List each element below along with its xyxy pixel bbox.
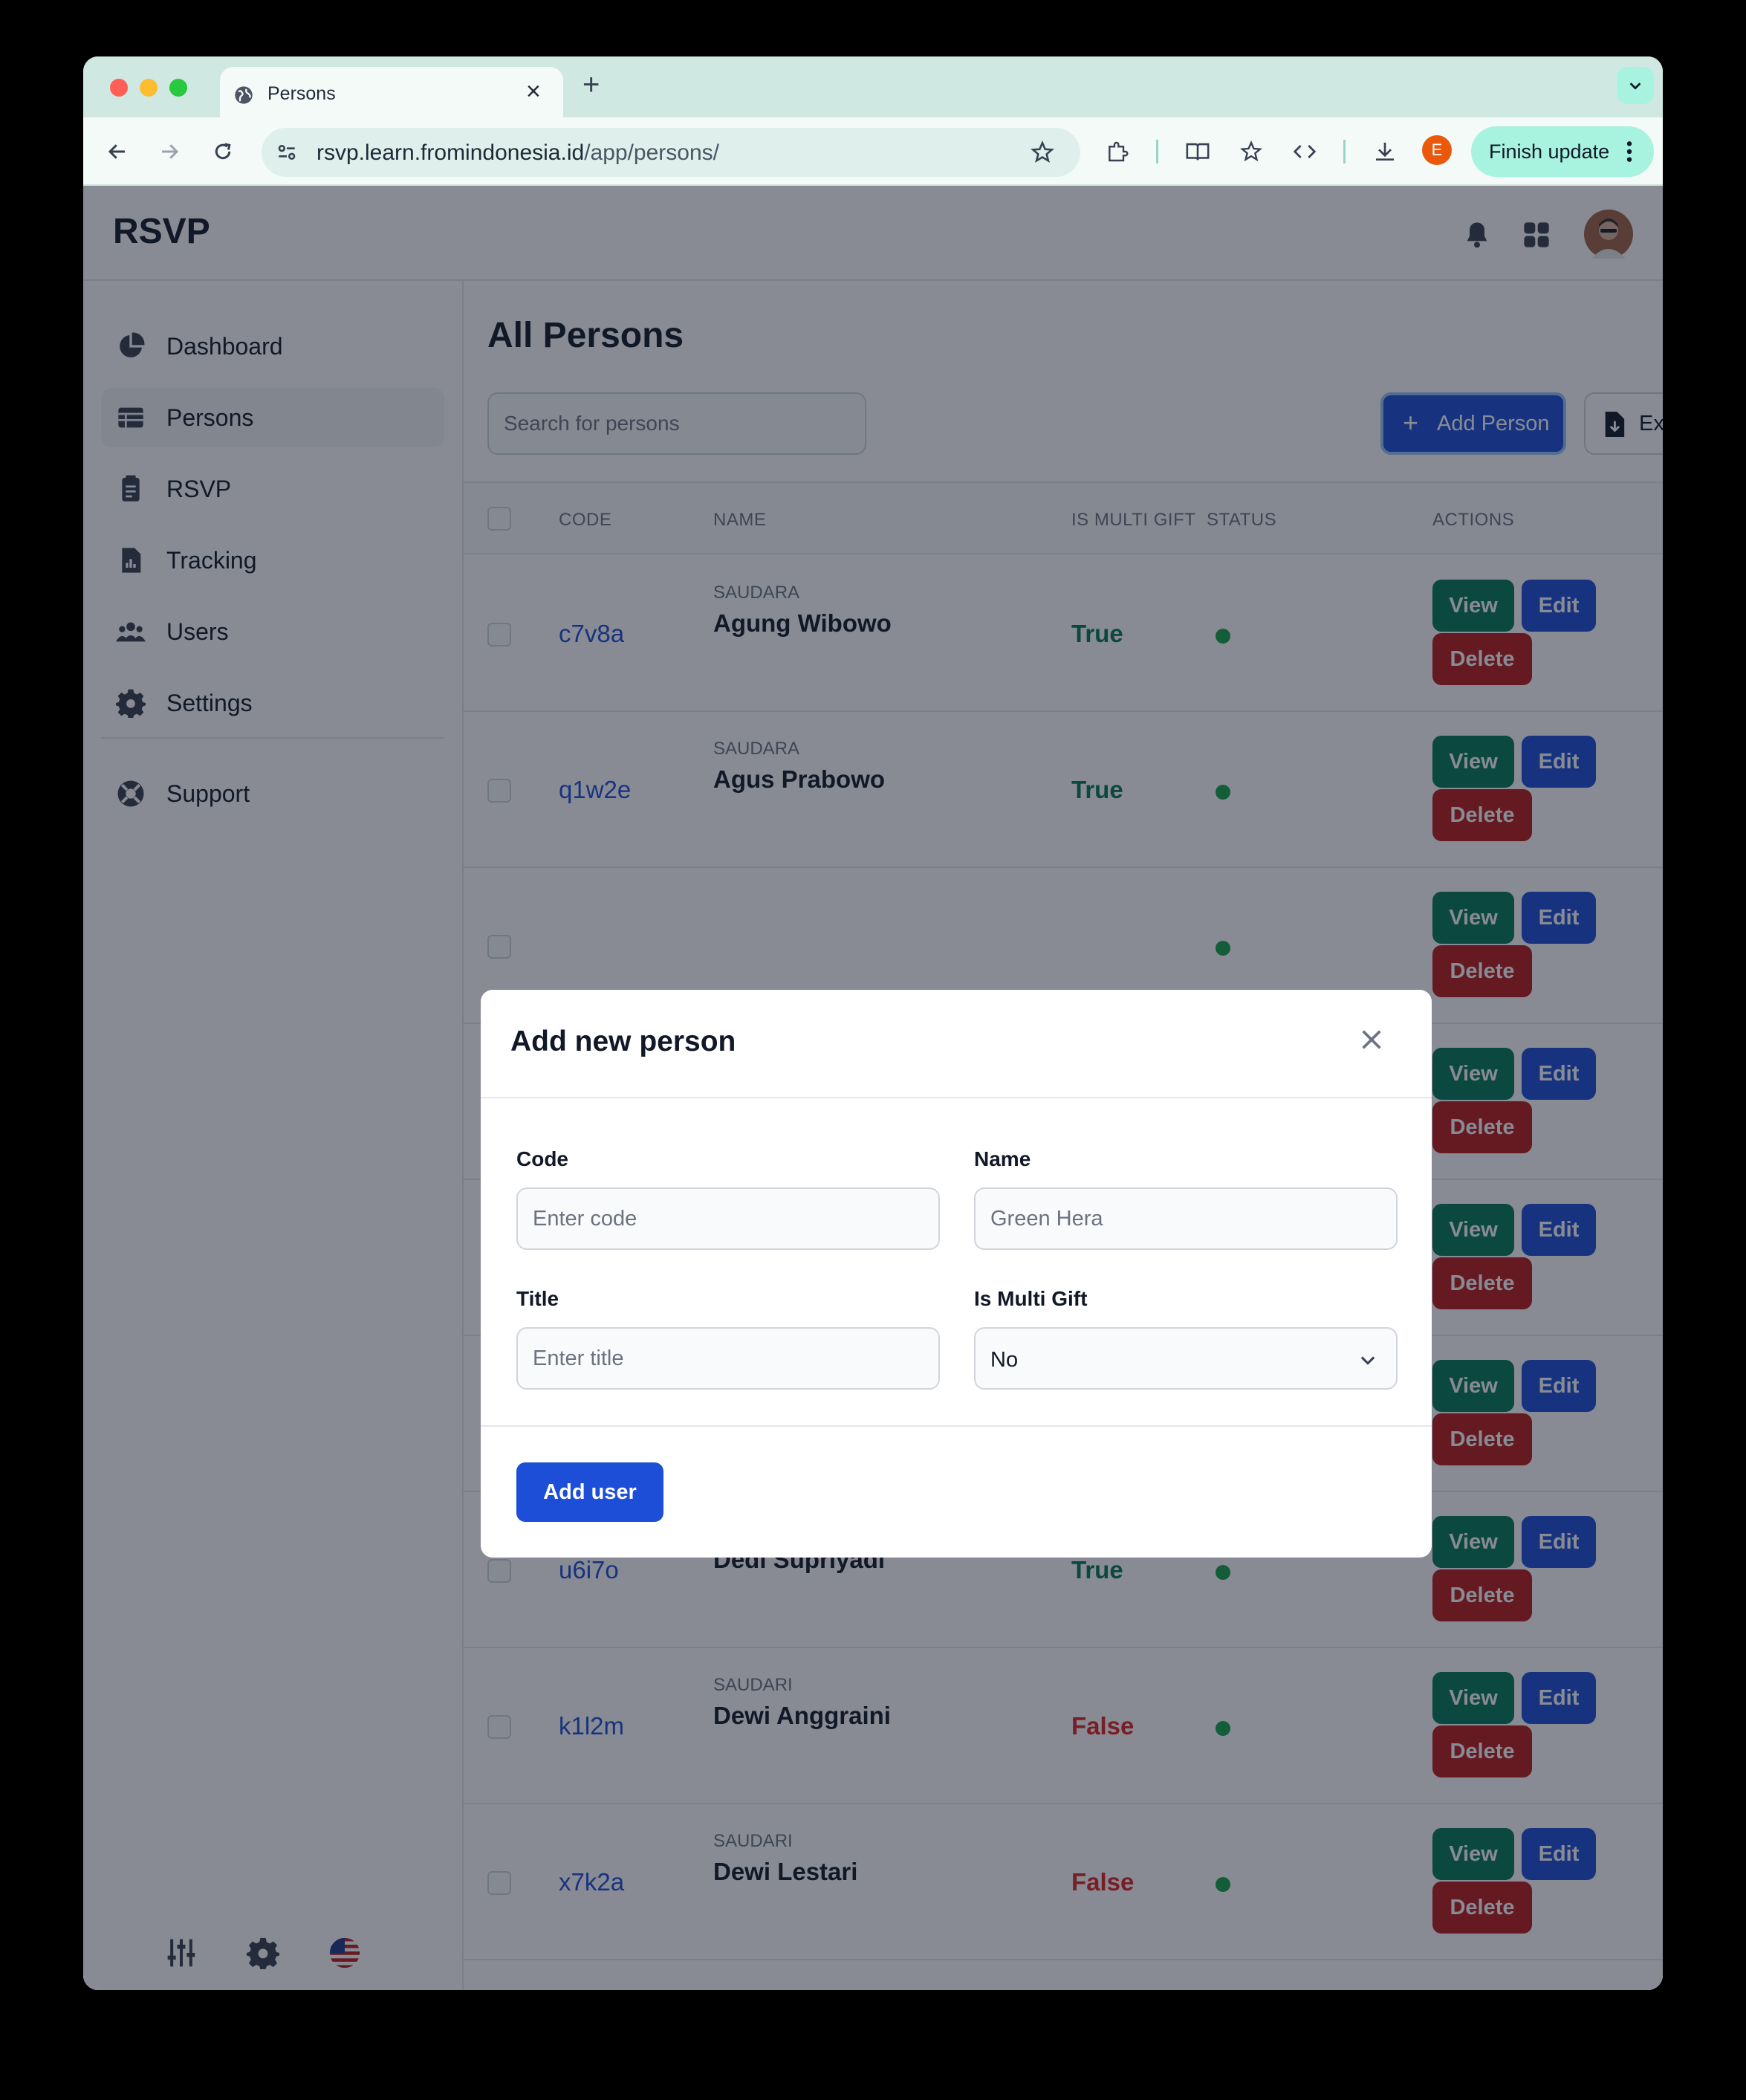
book-icon bbox=[1186, 143, 1210, 161]
download-icon bbox=[1376, 143, 1394, 161]
browser-window: Persons × + rsvp.learn.fromindonesia.id/… bbox=[83, 56, 1663, 1990]
app: RSVP Dashboard Persons RSVP Tracking bbox=[83, 186, 1663, 1990]
finish-update-button[interactable]: Finish update bbox=[1471, 126, 1654, 177]
modal-divider bbox=[481, 1425, 1432, 1427]
finish-update-label: Finish update bbox=[1489, 140, 1610, 163]
back-button[interactable] bbox=[103, 137, 132, 166]
close-window-button[interactable] bbox=[110, 79, 128, 97]
toolbar-divider bbox=[1156, 140, 1158, 163]
title-label: Title bbox=[516, 1287, 559, 1310]
multi-gift-select[interactable]: No bbox=[974, 1327, 1398, 1390]
code-icon bbox=[1293, 145, 1317, 158]
bookmark-star-icon[interactable] bbox=[1030, 140, 1055, 165]
profile-avatar[interactable]: E bbox=[1422, 135, 1452, 165]
downloads-button[interactable] bbox=[1370, 137, 1400, 166]
browser-tab[interactable]: Persons × bbox=[220, 67, 563, 117]
chevron-down-icon bbox=[1629, 82, 1641, 90]
devtools-button[interactable] bbox=[1290, 137, 1320, 166]
forward-button[interactable] bbox=[155, 137, 184, 166]
code-label: Code bbox=[516, 1147, 568, 1170]
name-label: Name bbox=[974, 1147, 1031, 1170]
url-host: rsvp.learn.fromindonesia.id bbox=[317, 140, 585, 165]
toolbar-divider bbox=[1343, 140, 1346, 163]
close-icon[interactable] bbox=[1359, 1027, 1384, 1052]
more-vert-icon bbox=[1626, 141, 1632, 162]
arrow-right-icon bbox=[162, 144, 179, 159]
tab-title: Persons bbox=[267, 83, 336, 104]
add-person-modal: Add new person Code Name Title Is Multi … bbox=[481, 990, 1432, 1558]
code-field[interactable] bbox=[516, 1187, 940, 1250]
maximize-window-button[interactable] bbox=[169, 79, 187, 97]
tab-search-button[interactable] bbox=[1617, 67, 1654, 104]
multi-gift-value: No bbox=[990, 1348, 1019, 1372]
globe-icon bbox=[235, 86, 253, 104]
new-tab-button[interactable]: + bbox=[582, 70, 600, 100]
reading-mode-button[interactable] bbox=[1183, 137, 1213, 166]
minimize-window-button[interactable] bbox=[140, 79, 158, 97]
browser-toolbar: rsvp.learn.fromindonesia.id/app/persons/… bbox=[83, 117, 1663, 186]
star-list-icon bbox=[1239, 140, 1263, 162]
close-tab-icon[interactable]: × bbox=[526, 79, 541, 104]
add-user-button[interactable]: Add user bbox=[516, 1462, 663, 1522]
puzzle-icon bbox=[1109, 141, 1129, 162]
url-text: rsvp.learn.fromindonesia.id/app/persons/ bbox=[317, 140, 719, 166]
modal-title: Add new person bbox=[510, 1025, 736, 1057]
modal-divider bbox=[481, 1097, 1432, 1098]
reload-icon bbox=[215, 143, 231, 160]
favorites-button[interactable] bbox=[1236, 137, 1266, 166]
url-path: /app/persons/ bbox=[584, 140, 719, 165]
tab-bar: Persons × + bbox=[83, 56, 1663, 117]
site-settings-icon[interactable] bbox=[275, 140, 299, 164]
name-field[interactable] bbox=[974, 1187, 1398, 1250]
reload-button[interactable] bbox=[208, 137, 238, 166]
address-bar[interactable]: rsvp.learn.fromindonesia.id/app/persons/ bbox=[262, 128, 1080, 177]
extensions-button[interactable] bbox=[1103, 137, 1132, 166]
arrow-left-icon bbox=[108, 144, 125, 159]
multi-gift-label: Is Multi Gift bbox=[974, 1287, 1088, 1310]
title-field[interactable] bbox=[516, 1327, 940, 1390]
chevron-down-icon bbox=[1360, 1356, 1375, 1365]
